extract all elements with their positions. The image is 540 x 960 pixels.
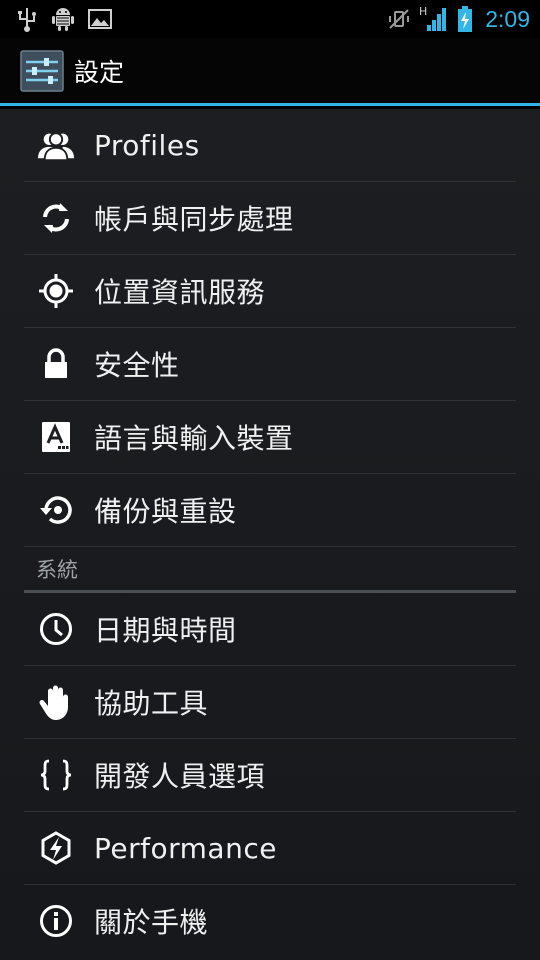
info-icon (38, 903, 74, 939)
settings-item-language-input[interactable]: 語言與輸入裝置 (24, 401, 516, 474)
settings-item-label: 協助工具 (94, 687, 209, 720)
settings-item-label: 帳戶與同步處理 (94, 203, 294, 236)
hand-icon (38, 684, 74, 720)
clock-icon (38, 611, 74, 647)
settings-item-location[interactable]: 位置資訊服務 (24, 255, 516, 328)
status-clock: 2:09 (485, 5, 530, 32)
sync-icon (38, 200, 74, 236)
settings-item-label: 語言與輸入裝置 (94, 422, 294, 455)
usb-icon (16, 6, 38, 32)
vibrate-icon (387, 7, 411, 31)
settings-item-about-phone[interactable]: 關於手機 (24, 885, 516, 957)
language-icon (38, 419, 74, 455)
settings-item-label: 安全性 (94, 349, 180, 382)
settings-item-security[interactable]: 安全性 (24, 328, 516, 401)
network-type-text: H (419, 5, 427, 18)
lock-icon (38, 346, 74, 382)
settings-item-date-time[interactable]: 日期與時間 (24, 593, 516, 666)
settings-item-accounts-sync[interactable]: 帳戶與同步處理 (24, 182, 516, 255)
settings-item-label: Performance (94, 831, 277, 865)
settings-item-performance[interactable]: Performance (24, 812, 516, 885)
settings-item-accessibility[interactable]: 協助工具 (24, 666, 516, 739)
settings-item-backup-reset[interactable]: 備份與重設 (24, 474, 516, 547)
settings-item-developer-options[interactable]: 開發人員選項 (24, 739, 516, 812)
android-debug-icon (50, 6, 76, 32)
settings-content: Profiles 帳戶與同步處理 位置資訊服務 安全性 語言與輸入裝置 備份與重… (0, 109, 540, 960)
location-icon (38, 273, 74, 309)
performance-icon (38, 830, 74, 866)
action-bar: 設定 (0, 38, 540, 106)
signal-icon: H (419, 5, 449, 33)
braces-icon (38, 757, 74, 793)
settings-app-icon[interactable] (20, 49, 64, 92)
settings-item-label: Profiles (94, 128, 200, 162)
image-icon (88, 8, 112, 30)
settings-list: Profiles 帳戶與同步處理 位置資訊服務 安全性 語言與輸入裝置 備份與重… (0, 109, 540, 957)
backup-icon (38, 492, 74, 528)
settings-item-label: 備份與重設 (94, 495, 237, 528)
battery-charging-icon (457, 6, 473, 32)
settings-item-label: 開發人員選項 (94, 760, 266, 793)
page-title: 設定 (74, 57, 125, 87)
status-bar: H 2:09 (0, 0, 540, 38)
settings-item-label: 日期與時間 (94, 614, 237, 647)
section-header-system: 系統 (24, 547, 516, 593)
settings-item-label: 位置資訊服務 (94, 276, 266, 309)
settings-item-profiles[interactable]: Profiles (24, 109, 516, 182)
profiles-icon (38, 127, 74, 163)
settings-item-label: 關於手機 (94, 906, 209, 939)
